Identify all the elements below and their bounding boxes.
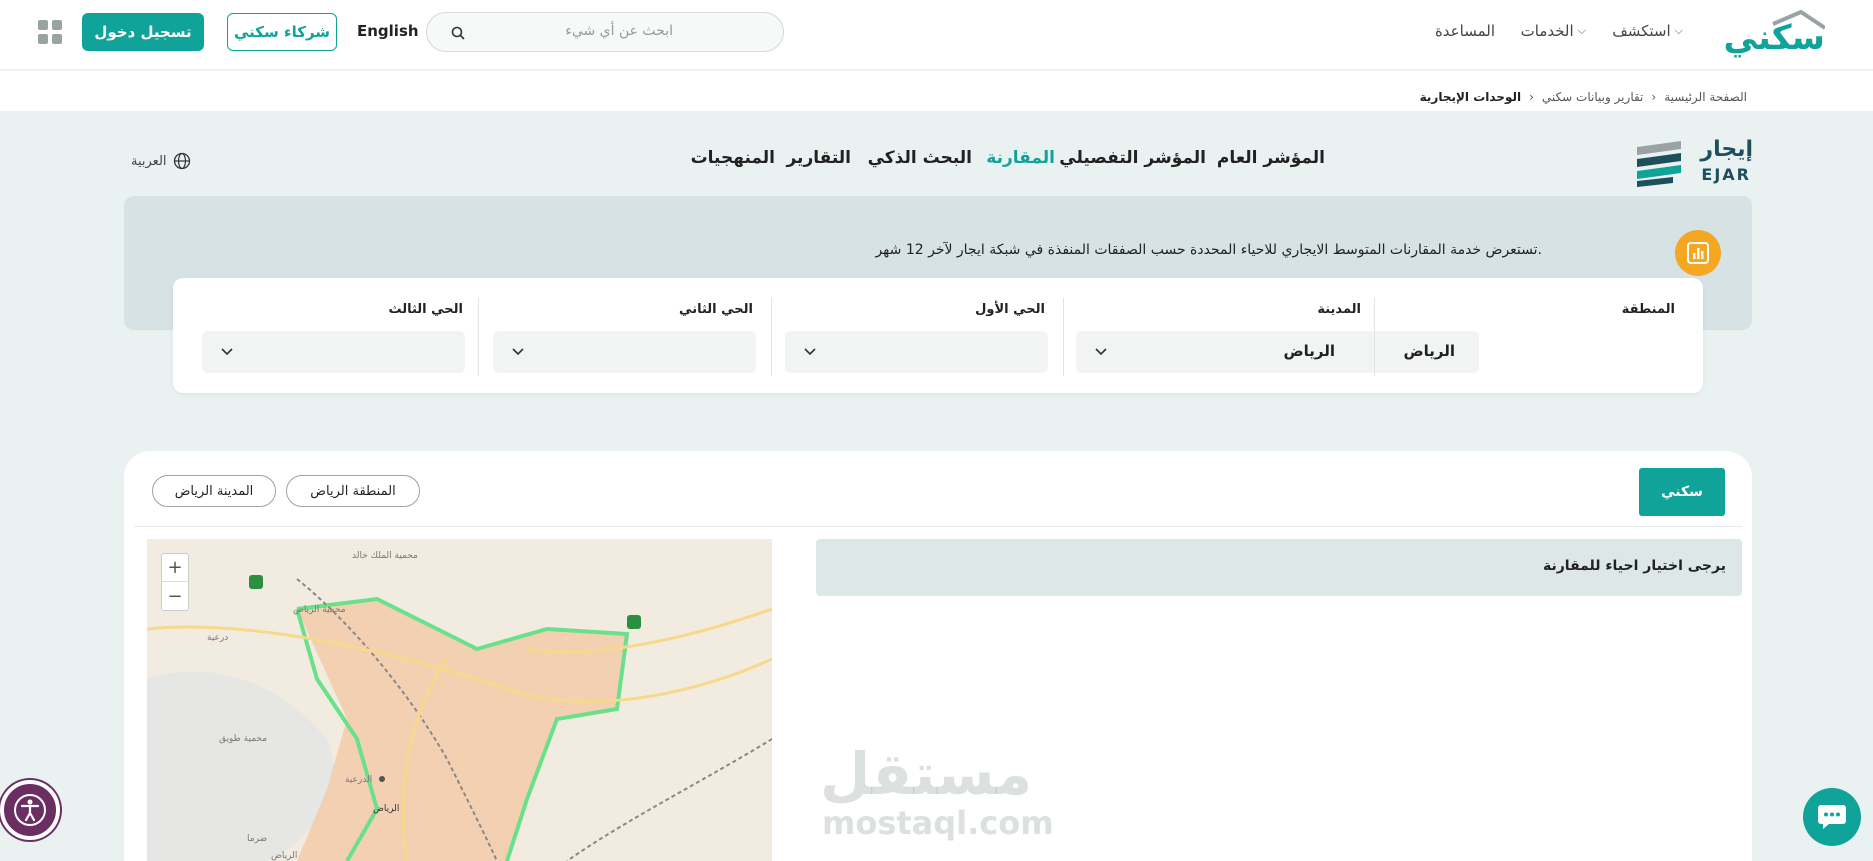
info-text: تستعرض خدمة المقارنات المتوسط الايجاري ل… xyxy=(875,242,1542,258)
map-canvas xyxy=(147,539,772,861)
comparison-notice: يرجى اختيار احياء للمقارنة xyxy=(816,539,1742,596)
sakani-tab-button[interactable]: سكني xyxy=(1639,468,1725,516)
district2-label: الحي الثاني xyxy=(679,302,753,317)
chat-bubble-icon xyxy=(1818,805,1846,829)
apps-grid-icon[interactable] xyxy=(38,20,62,44)
map-zoom-control: + − xyxy=(161,553,189,611)
tab-comparison[interactable]: المقارنة xyxy=(986,148,1055,168)
nav-help-label: المساعدة xyxy=(1434,22,1495,40)
nav-help[interactable]: المساعدة xyxy=(1435,22,1495,40)
breadcrumb-separator: › xyxy=(1529,90,1534,104)
logo-text: سكني xyxy=(1723,18,1826,58)
divider xyxy=(134,526,1742,527)
district2-select[interactable] xyxy=(493,331,756,373)
chevron-down-icon xyxy=(804,348,816,356)
city-select[interactable]: الرياض xyxy=(1076,331,1359,373)
search-input[interactable]: ابحث عن أي شيء xyxy=(426,12,784,52)
sakani-logo[interactable]: سكني xyxy=(1715,10,1825,58)
chat-button[interactable] xyxy=(1803,788,1861,846)
search-placeholder: ابحث عن أي شيء xyxy=(565,23,673,39)
watermark-ar: مستقل xyxy=(820,740,1033,808)
ejar-logo-ar: إيجار xyxy=(1700,137,1753,162)
city-value: الرياض xyxy=(1283,342,1335,360)
breadcrumb-current: الوحدات الإيجارية xyxy=(1419,90,1522,104)
chevron-down-icon: ⌵ xyxy=(1674,24,1683,37)
map-label: الدرعية xyxy=(345,775,373,785)
district3-select[interactable] xyxy=(202,331,465,373)
breadcrumb-bar: الصفحة الرئيسية › تقارير وبيانات سكني › … xyxy=(0,71,1873,111)
map-label: ضرما xyxy=(247,834,268,844)
chip-city[interactable]: المدينة الرياض xyxy=(152,475,276,507)
breadcrumb: الصفحة الرئيسية › تقارير وبيانات سكني › … xyxy=(1420,90,1747,104)
search-icon xyxy=(451,26,465,40)
nav-services-label: الخدمات xyxy=(1520,22,1574,40)
language-label: العربية xyxy=(131,153,167,169)
login-button[interactable]: تسجيل دخول xyxy=(82,13,204,51)
chevron-down-icon: ⌵ xyxy=(1577,24,1586,37)
nav-explore-label: استكشف xyxy=(1612,22,1671,40)
notice-text: يرجى اختيار احياء للمقارنة xyxy=(1543,558,1726,574)
map-label: محمية الملك خالد xyxy=(352,551,418,561)
nav-services[interactable]: الخدمات ⌵ xyxy=(1521,22,1586,40)
region-label: المنطقة xyxy=(1621,302,1675,317)
breadcrumb-reports[interactable]: تقارير وبيانات سكني xyxy=(1542,90,1643,104)
district3-label: الحي الثالث xyxy=(388,302,463,317)
tab-reports[interactable]: التقارير xyxy=(786,148,851,168)
city-label: المدينة xyxy=(1317,302,1361,317)
district1-select[interactable] xyxy=(785,331,1048,373)
map-label: الرياض xyxy=(271,851,298,861)
divider xyxy=(478,298,479,376)
map-label: الرياض xyxy=(373,804,400,814)
tab-smart-search[interactable]: البحث الذكي xyxy=(868,148,972,168)
chevron-down-icon xyxy=(221,348,233,356)
chip-region[interactable]: المنطقة الرياض xyxy=(286,475,420,507)
breadcrumb-separator: › xyxy=(1651,90,1657,104)
nav-explore[interactable]: استكشف ⌵ xyxy=(1612,22,1683,40)
accessibility-icon xyxy=(14,794,46,826)
divider xyxy=(1374,298,1375,376)
tab-general-index[interactable]: المؤشر العام xyxy=(1217,148,1325,168)
map-label: محمية طويق xyxy=(219,734,268,744)
accessibility-button[interactable] xyxy=(0,780,60,840)
top-header: سكني استكشف ⌵ الخدمات ⌵ المساعدة ابحث عن… xyxy=(0,0,1873,70)
ejar-logo-en: EJAR xyxy=(1701,165,1751,184)
region-value: الرياض xyxy=(1403,342,1455,360)
divider xyxy=(1063,298,1064,376)
ejar-stripes-icon xyxy=(1637,141,1681,187)
zoom-out-button[interactable]: − xyxy=(162,582,188,610)
divider xyxy=(771,298,772,376)
district1-label: الحي الأول xyxy=(975,302,1045,317)
map-label: محمية الرياض xyxy=(293,605,346,615)
map-label: درعية xyxy=(207,633,229,643)
filters-card: المنطقة الرياض المدينة الرياض الحي الأول… xyxy=(173,278,1703,393)
chevron-down-icon xyxy=(1095,348,1107,356)
tab-detailed-index[interactable]: المؤشر التفصيلي xyxy=(1059,148,1206,168)
partners-button[interactable]: شركاء سكني xyxy=(227,13,337,51)
tab-methodologies[interactable]: المنهجيات xyxy=(691,148,775,168)
language-switch-english[interactable]: English xyxy=(357,22,419,40)
chevron-down-icon xyxy=(512,348,524,356)
ejar-logo[interactable]: إيجار EJAR xyxy=(1633,133,1753,189)
bar-chart-icon xyxy=(1675,230,1721,276)
zoom-in-button[interactable]: + xyxy=(162,554,188,582)
breadcrumb-home[interactable]: الصفحة الرئيسية xyxy=(1664,90,1747,104)
map-view[interactable]: محمية الملك خالد محمية الرياض درعية محمي… xyxy=(147,539,772,861)
globe-icon xyxy=(173,152,190,170)
language-selector[interactable]: العربية xyxy=(131,152,191,170)
watermark-en: mostaql.com xyxy=(822,804,1054,842)
